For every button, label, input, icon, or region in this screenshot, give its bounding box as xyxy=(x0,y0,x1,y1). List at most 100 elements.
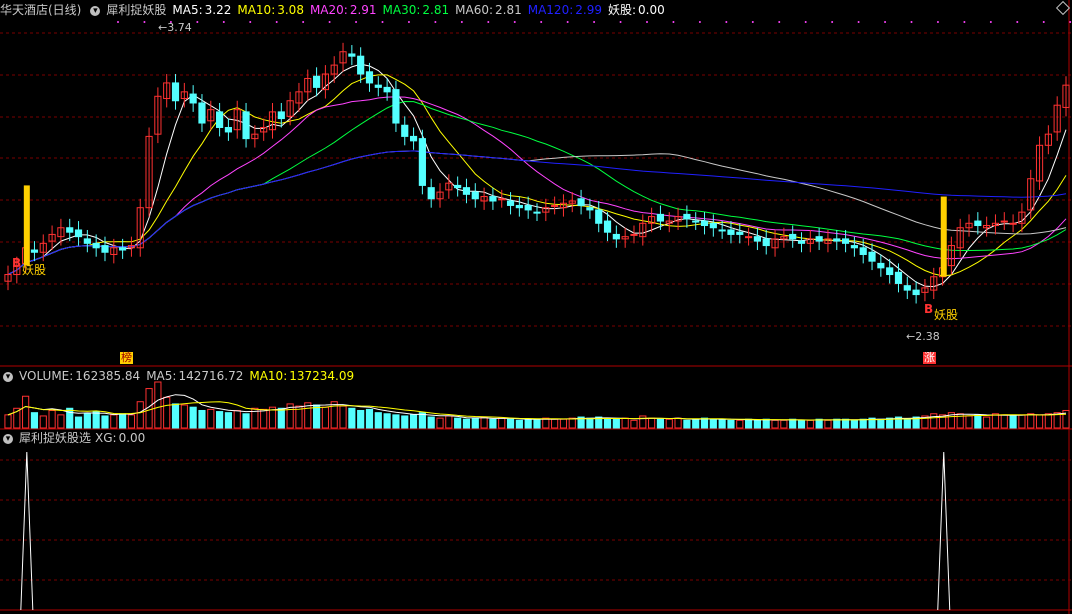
candle-body xyxy=(815,236,823,242)
ma-legend-item: MA30: xyxy=(382,3,421,17)
volume-bar xyxy=(136,401,144,429)
volume-bar xyxy=(312,404,321,429)
volume-bar xyxy=(815,418,823,429)
volume-bar xyxy=(551,418,559,429)
marker-dot xyxy=(1069,21,1072,23)
candle-body xyxy=(30,249,39,253)
buy-marker-b: B xyxy=(924,302,934,316)
volume-bar xyxy=(603,418,612,429)
marker-dot xyxy=(646,21,648,23)
xg-header: ▾ 犀利捉妖股选 XG: 0.00 xyxy=(0,429,151,447)
candle-body xyxy=(418,138,426,186)
collapse-icon[interactable]: ▾ xyxy=(3,433,13,444)
volume-bar xyxy=(797,419,806,429)
xg-indicator-name: 犀利捉妖股选 xyxy=(19,431,92,445)
candle-body xyxy=(656,213,665,222)
candle-body xyxy=(524,204,532,211)
volume-bar xyxy=(1000,414,1008,429)
ma-legend-item: MA20: xyxy=(309,3,348,17)
candle-body xyxy=(718,229,726,232)
candle-body xyxy=(789,233,797,240)
marker-dot xyxy=(804,21,807,23)
marker-dot xyxy=(407,21,410,23)
volume-bar xyxy=(824,419,832,429)
volume-bar xyxy=(683,419,691,429)
volume-bar xyxy=(445,415,453,429)
candle-body xyxy=(92,242,100,249)
volume-bar xyxy=(515,419,523,429)
candle-body xyxy=(974,220,982,227)
candle-body xyxy=(630,233,638,236)
volume-bar xyxy=(524,418,532,429)
volume-bar xyxy=(974,414,982,429)
marker-dot xyxy=(963,21,966,23)
volume-bar xyxy=(224,412,233,429)
volume-bar xyxy=(771,419,779,429)
marker-dot xyxy=(381,21,384,23)
low-price-label: ←2.38 xyxy=(906,330,940,343)
volume-bar xyxy=(1018,414,1026,429)
candle-body xyxy=(83,238,91,244)
volume-bar xyxy=(101,415,109,429)
candle-body xyxy=(401,124,409,137)
candle-body xyxy=(489,196,497,202)
xg-spike xyxy=(20,451,34,611)
volume-bar xyxy=(489,418,497,429)
volume-bar xyxy=(1009,415,1017,429)
collapse-icon[interactable]: ▾ xyxy=(3,371,13,382)
main-chart-header: 华天酒店(日线) ▾ 犀利捉妖股 MA5: 3.22 MA10: 3.08 MA20: 2.91… xyxy=(0,1,677,19)
volume-bar xyxy=(877,418,885,429)
volume-value: 162385.84 xyxy=(75,369,141,383)
buy-marker-b: B xyxy=(12,256,22,270)
indicator-name: 犀利捉妖股 xyxy=(106,3,167,17)
volume-bar xyxy=(22,395,30,429)
candle-body xyxy=(859,247,867,255)
volume-bar xyxy=(66,407,74,429)
candle-body xyxy=(515,204,523,209)
marker-dot xyxy=(778,21,781,23)
volume-bar xyxy=(762,418,770,429)
volume-ma5-label: MA5: xyxy=(146,369,177,383)
marker-dot xyxy=(910,21,913,23)
volume-bar xyxy=(180,404,188,429)
ma-legend-value: 2.99 xyxy=(575,3,602,17)
candle-body xyxy=(74,229,83,238)
signal-label: 妖股 xyxy=(934,308,959,322)
marker-dot xyxy=(751,21,754,23)
volume-bar xyxy=(321,406,329,429)
candle-body xyxy=(709,222,717,229)
ma-legend: MA5: 3.22 MA10: 3.08 MA20: 2.91 MA30: 2.81 MA60:… xyxy=(172,3,670,17)
volume-ma-line xyxy=(7,394,1067,421)
candle-body xyxy=(551,204,559,207)
marker-dot xyxy=(1016,21,1019,23)
ma-legend-value: 0.00 xyxy=(638,3,665,17)
candle-body xyxy=(171,82,180,102)
volume-bar xyxy=(198,409,206,429)
signal-bar xyxy=(23,185,30,266)
volume-bar xyxy=(621,417,629,429)
volume-bar xyxy=(127,414,136,429)
volume-bar xyxy=(357,409,365,429)
volume-bar xyxy=(1035,414,1044,429)
volume-bar xyxy=(74,416,83,429)
collapse-icon[interactable]: ▾ xyxy=(90,5,101,16)
volume-bar xyxy=(110,414,118,429)
candle-body xyxy=(409,135,418,142)
volume-bar xyxy=(374,412,382,429)
marker-dot xyxy=(725,21,728,23)
volume-bar xyxy=(789,418,797,429)
volume-bar xyxy=(965,415,973,429)
volume-bar xyxy=(780,419,788,429)
ma-legend-value: 2.91 xyxy=(349,3,377,17)
volume-bar xyxy=(401,415,409,429)
high-price-label: ←3.74 xyxy=(158,21,192,34)
ma-legend-item: 妖股: xyxy=(607,3,637,17)
volume-bar xyxy=(648,417,656,429)
volume-bar xyxy=(745,418,753,429)
volume-ma-line xyxy=(7,401,1067,421)
candle-body xyxy=(198,102,206,124)
candle-body xyxy=(586,207,594,211)
volume-bar xyxy=(656,418,665,429)
candle-body xyxy=(700,220,709,227)
stock-chart[interactable] xyxy=(0,0,1072,614)
